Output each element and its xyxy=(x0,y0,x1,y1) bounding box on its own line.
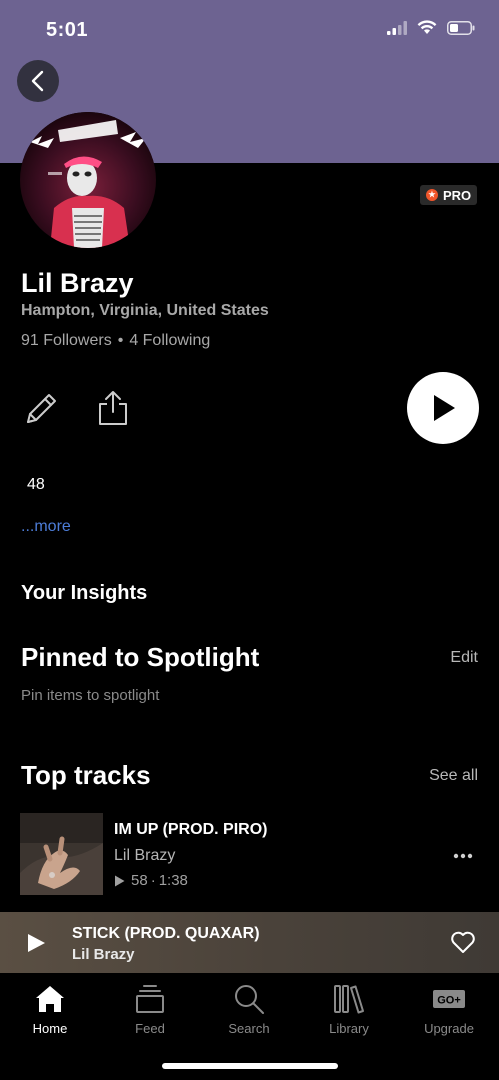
tab-search[interactable]: Search xyxy=(199,973,299,1043)
track-artist: Lil Brazy xyxy=(114,847,176,864)
meta-dot: · xyxy=(150,872,156,889)
bio-text: 48 xyxy=(27,476,45,493)
track-meta: 58 · 1:38 xyxy=(114,872,188,889)
see-all-button[interactable]: See all xyxy=(429,767,478,785)
follow-separator: • xyxy=(117,332,124,349)
feed-icon xyxy=(135,983,165,1015)
cellular-signal-icon xyxy=(387,20,407,35)
library-icon xyxy=(333,983,365,1015)
spotlight-title: Pinned to Spotlight xyxy=(21,642,260,672)
play-profile-button[interactable] xyxy=(407,372,479,444)
tab-upgrade[interactable]: GO+ Upgrade xyxy=(399,973,499,1043)
tab-home[interactable]: Home xyxy=(0,973,100,1043)
track-artwork xyxy=(20,813,103,895)
track-play-count: 58 xyxy=(131,872,148,889)
avatar-image xyxy=(20,112,156,248)
pencil-icon xyxy=(27,394,56,423)
your-insights-link[interactable]: Your Insights xyxy=(21,582,147,605)
home-indicator xyxy=(162,1063,338,1069)
now-playing-title: STICK (PROD. QUAXAR) xyxy=(72,925,260,942)
share-icon xyxy=(99,391,127,425)
spotlight-subtitle: Pin items to spotlight xyxy=(21,687,160,704)
tab-home-label: Home xyxy=(32,1021,68,1036)
play-count-icon xyxy=(115,875,125,886)
follow-counts: 91 Followers • 4 Following xyxy=(21,332,210,350)
track-title: IM UP (PROD. PIRO) xyxy=(114,821,268,838)
home-icon xyxy=(34,983,66,1015)
status-icons xyxy=(387,20,475,35)
go-plus-text: GO+ xyxy=(437,995,461,1007)
pro-badge-label: PRO xyxy=(443,187,472,203)
spotlight-edit-button[interactable]: Edit xyxy=(450,649,478,667)
status-bar: 5:01 xyxy=(0,0,499,60)
heart-icon[interactable] xyxy=(450,930,476,954)
chevron-left-icon xyxy=(31,70,44,92)
tab-library-label: Library xyxy=(329,1021,369,1036)
play-icon xyxy=(434,395,455,421)
tab-search-label: Search xyxy=(228,1021,270,1036)
mini-player[interactable]: STICK (PROD. QUAXAR) Lil Brazy xyxy=(0,912,499,973)
go-plus-icon: GO+ xyxy=(432,983,466,1015)
track-row[interactable]: IM UP (PROD. PIRO) Lil Brazy 58 · 1:38 xyxy=(0,812,499,896)
mini-play-icon[interactable] xyxy=(26,933,46,953)
following-link[interactable]: 4 Following xyxy=(129,332,210,350)
battery-icon xyxy=(447,20,475,35)
status-time: 5:01 xyxy=(46,19,89,41)
search-icon xyxy=(233,983,265,1015)
followers-link[interactable]: 91 Followers xyxy=(21,332,112,350)
track-artwork-image xyxy=(20,813,103,895)
now-playing-artist: Lil Brazy xyxy=(72,946,135,963)
wifi-icon xyxy=(417,20,437,34)
pro-star-icon: ★ xyxy=(426,189,438,201)
profile-avatar[interactable] xyxy=(20,112,156,248)
track-more-button[interactable] xyxy=(453,842,473,865)
tab-library[interactable]: Library xyxy=(299,973,399,1043)
profile-name: Lil Brazy xyxy=(21,268,134,298)
back-button[interactable] xyxy=(17,60,59,102)
more-dots-icon xyxy=(453,853,473,859)
edit-profile-button[interactable] xyxy=(22,390,60,428)
profile-location: Hampton, Virginia, United States xyxy=(21,302,269,319)
bio-more-link[interactable]: ...more xyxy=(21,518,71,536)
top-tracks-title: Top tracks xyxy=(21,760,151,790)
tab-upgrade-label: Upgrade xyxy=(424,1021,474,1036)
pro-badge: ★ PRO xyxy=(420,185,478,205)
tab-feed[interactable]: Feed xyxy=(100,973,200,1043)
track-duration: 1:38 xyxy=(158,872,188,889)
tab-feed-label: Feed xyxy=(135,1021,165,1036)
share-button[interactable] xyxy=(96,388,130,428)
